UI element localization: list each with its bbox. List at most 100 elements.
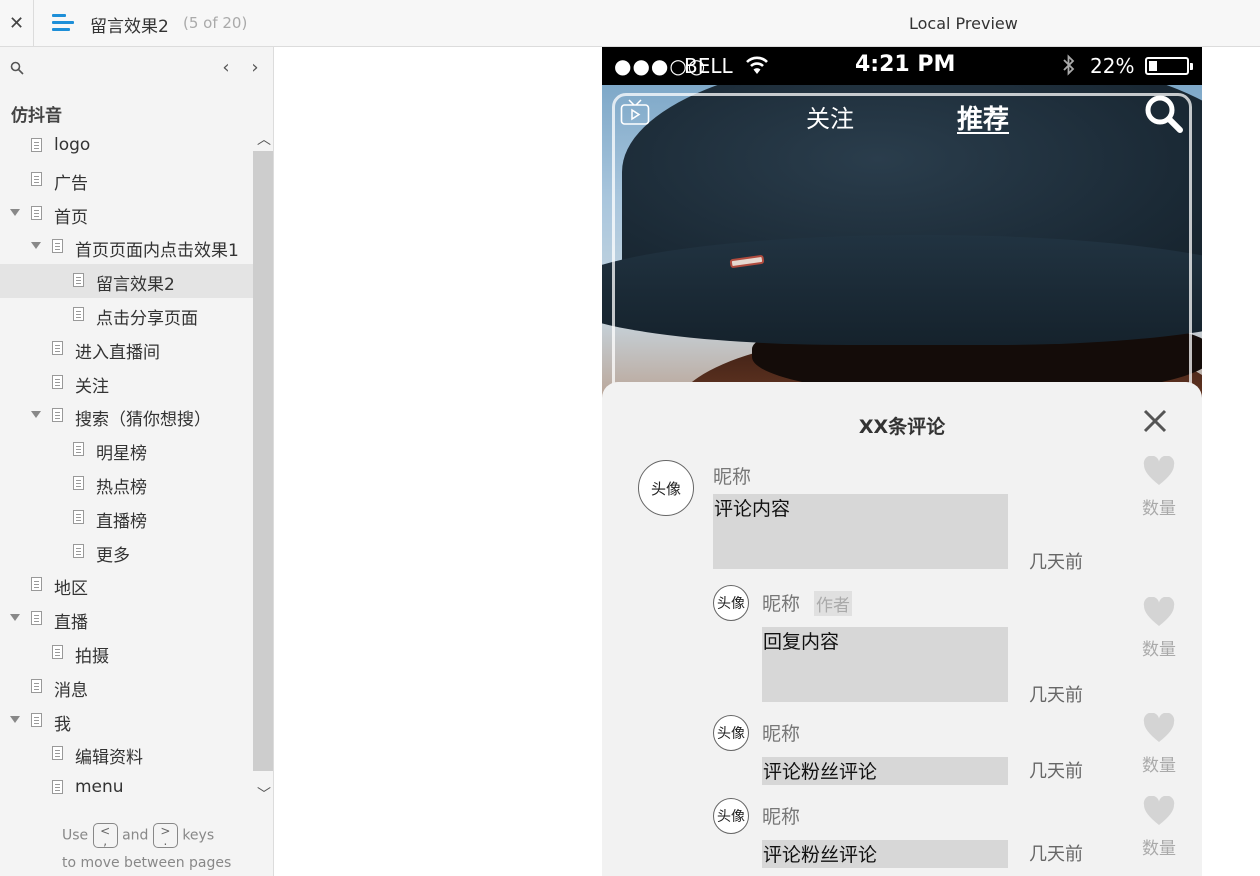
- phone-preview: ●●●○○ BELL 4:21 PM 22% 关注 推荐 XX条评论 头像 昵称评…: [602, 47, 1202, 876]
- sidebar-item-label: 地区: [54, 579, 88, 600]
- page-icon: [73, 509, 84, 524]
- comment-time: 几天前: [1029, 844, 1083, 865]
- search-icon[interactable]: [10, 61, 24, 75]
- page-icon: [31, 611, 42, 626]
- sidebar-page-item[interactable]: 明星榜: [0, 433, 253, 467]
- page-icon: [31, 577, 42, 592]
- comments-title: XX条评论: [858, 416, 946, 438]
- prev-page-button[interactable]: ‹: [218, 57, 234, 78]
- page-icon: [73, 273, 84, 288]
- sidebar-item-label: 进入直播间: [75, 342, 160, 363]
- page-icon: [52, 780, 63, 795]
- clock: 4:21 PM: [855, 52, 956, 77]
- like-heart-icon[interactable]: [1143, 796, 1175, 826]
- sidebar-item-label: 留言效果2: [96, 275, 175, 296]
- sidebar-page-item[interactable]: 广告: [0, 163, 253, 197]
- sidebar-item-label: 更多: [96, 545, 130, 566]
- caret-down-icon[interactable]: [10, 715, 20, 723]
- sidebar-page-item[interactable]: menu: [0, 771, 253, 805]
- page-icon: [52, 374, 63, 389]
- page-icon: [31, 138, 42, 152]
- tab-recommend[interactable]: 推荐: [957, 99, 1009, 136]
- prev-key-icon: < ,: [92, 823, 118, 848]
- status-bar: ●●●○○ BELL 4:21 PM 22%: [602, 47, 1202, 85]
- comment-content: 回复内容: [762, 627, 1008, 702]
- avatar[interactable]: 头像: [713, 715, 749, 751]
- caret-down-icon[interactable]: [10, 614, 20, 622]
- page-icon: [52, 644, 63, 659]
- comments-panel: XX条评论 头像 昵称 评论内容 几天前 数量 头像 昵称 作者 回复内容 几天前 数量 头像 昵称 评论…: [602, 382, 1202, 876]
- bluetooth-icon: [1063, 54, 1075, 76]
- like-count: 数量: [1142, 499, 1176, 519]
- caret-down-icon[interactable]: [31, 411, 41, 419]
- sitemap-menu-icon[interactable]: [52, 14, 74, 32]
- search-icon[interactable]: [1143, 93, 1183, 133]
- like-heart-icon[interactable]: [1143, 456, 1175, 486]
- close-icon[interactable]: [1142, 408, 1168, 434]
- like-count: 数量: [1142, 756, 1176, 776]
- sidebar-item-label: 直播: [54, 613, 88, 634]
- sidebar-page-item[interactable]: 进入直播间: [0, 332, 253, 366]
- sidebar-page-item[interactable]: 点击分享页面: [0, 298, 253, 332]
- page-tree: logo 广告首页首页页面内点击效果1 留言效果2 点击分享页面进入直播间关注搜索（猜…: [0, 129, 253, 805]
- sidebar-page-item[interactable]: 首页页面内点击效果1: [0, 230, 253, 264]
- scroll-up-icon[interactable]: ︿: [257, 129, 271, 149]
- sidebar-page-item[interactable]: logo: [0, 129, 253, 163]
- sidebar-item-label: 关注: [75, 376, 109, 397]
- page-counter: (5 of 20): [183, 14, 248, 32]
- sidebar-page-item[interactable]: 我: [0, 704, 253, 738]
- scroll-down-icon[interactable]: ﹀: [257, 784, 271, 804]
- sidebar-page-item[interactable]: 留言效果2: [0, 264, 253, 298]
- nickname[interactable]: 昵称: [762, 719, 800, 746]
- page-icon: [31, 712, 42, 727]
- scrollbar-thumb[interactable]: [253, 151, 273, 771]
- battery-percent: 22%: [1090, 54, 1135, 78]
- close-button[interactable]: ✕: [0, 0, 34, 46]
- caret-down-icon[interactable]: [10, 208, 20, 216]
- author-badge: 作者: [814, 591, 852, 616]
- sidebar-page-item[interactable]: 拍摄: [0, 636, 253, 670]
- nickname[interactable]: 昵称: [762, 802, 800, 829]
- sidebar-page-item[interactable]: 直播榜: [0, 501, 253, 535]
- sidebar-page-item[interactable]: 搜索（猜你想搜）: [0, 399, 253, 433]
- like-heart-icon[interactable]: [1143, 597, 1175, 627]
- sidebar-item-label: 广告: [54, 173, 88, 194]
- live-tv-icon[interactable]: [620, 99, 650, 125]
- sidebar-page-item[interactable]: 首页: [0, 197, 253, 231]
- caret-down-icon[interactable]: [31, 242, 41, 250]
- battery-icon: [1145, 57, 1193, 75]
- avatar[interactable]: 头像: [713, 585, 749, 621]
- sidebar-item-label: 直播榜: [96, 511, 147, 532]
- comment-time: 几天前: [1029, 685, 1083, 706]
- sidebar-page-item[interactable]: 更多: [0, 535, 253, 569]
- hint-use-text: Use: [62, 827, 89, 844]
- sidebar-item-label: 热点榜: [96, 477, 147, 498]
- sidebar-page-item[interactable]: 热点榜: [0, 467, 253, 501]
- tab-follow[interactable]: 关注: [806, 99, 854, 134]
- nickname[interactable]: 昵称: [762, 589, 800, 616]
- nickname[interactable]: 昵称: [713, 462, 751, 489]
- close-icon: ✕: [8, 12, 25, 34]
- preview-label: Local Preview: [909, 14, 1018, 33]
- sidebar-item-label: 点击分享页面: [96, 308, 198, 329]
- sidebar-page-item[interactable]: 消息: [0, 670, 253, 704]
- sidebar-page-item[interactable]: 编辑资料: [0, 737, 253, 771]
- like-heart-icon[interactable]: [1143, 713, 1175, 743]
- sidebar-page-item[interactable]: 关注: [0, 366, 253, 400]
- carrier-label: BELL: [684, 54, 733, 78]
- next-page-button[interactable]: ›: [247, 57, 263, 78]
- next-key-icon: > .: [152, 823, 178, 848]
- sidebar-item-label: 首页页面内点击效果1: [75, 241, 239, 262]
- sidebar-item-label: 编辑资料: [75, 748, 143, 769]
- comment-time: 几天前: [1029, 552, 1083, 573]
- avatar[interactable]: 头像: [713, 798, 749, 834]
- sidebar-item-label: 首页: [54, 207, 88, 228]
- sidebar-page-item[interactable]: 直播: [0, 602, 253, 636]
- page-icon: [31, 205, 42, 220]
- sidebar-item-label: 搜索（猜你想搜）: [75, 410, 211, 431]
- page-icon: [73, 442, 84, 457]
- sidebar-page-item[interactable]: 地区: [0, 568, 253, 602]
- avatar[interactable]: 头像: [638, 460, 694, 516]
- sidebar-scrollbar[interactable]: ︿ ﹀: [253, 129, 273, 809]
- like-count: 数量: [1142, 640, 1176, 660]
